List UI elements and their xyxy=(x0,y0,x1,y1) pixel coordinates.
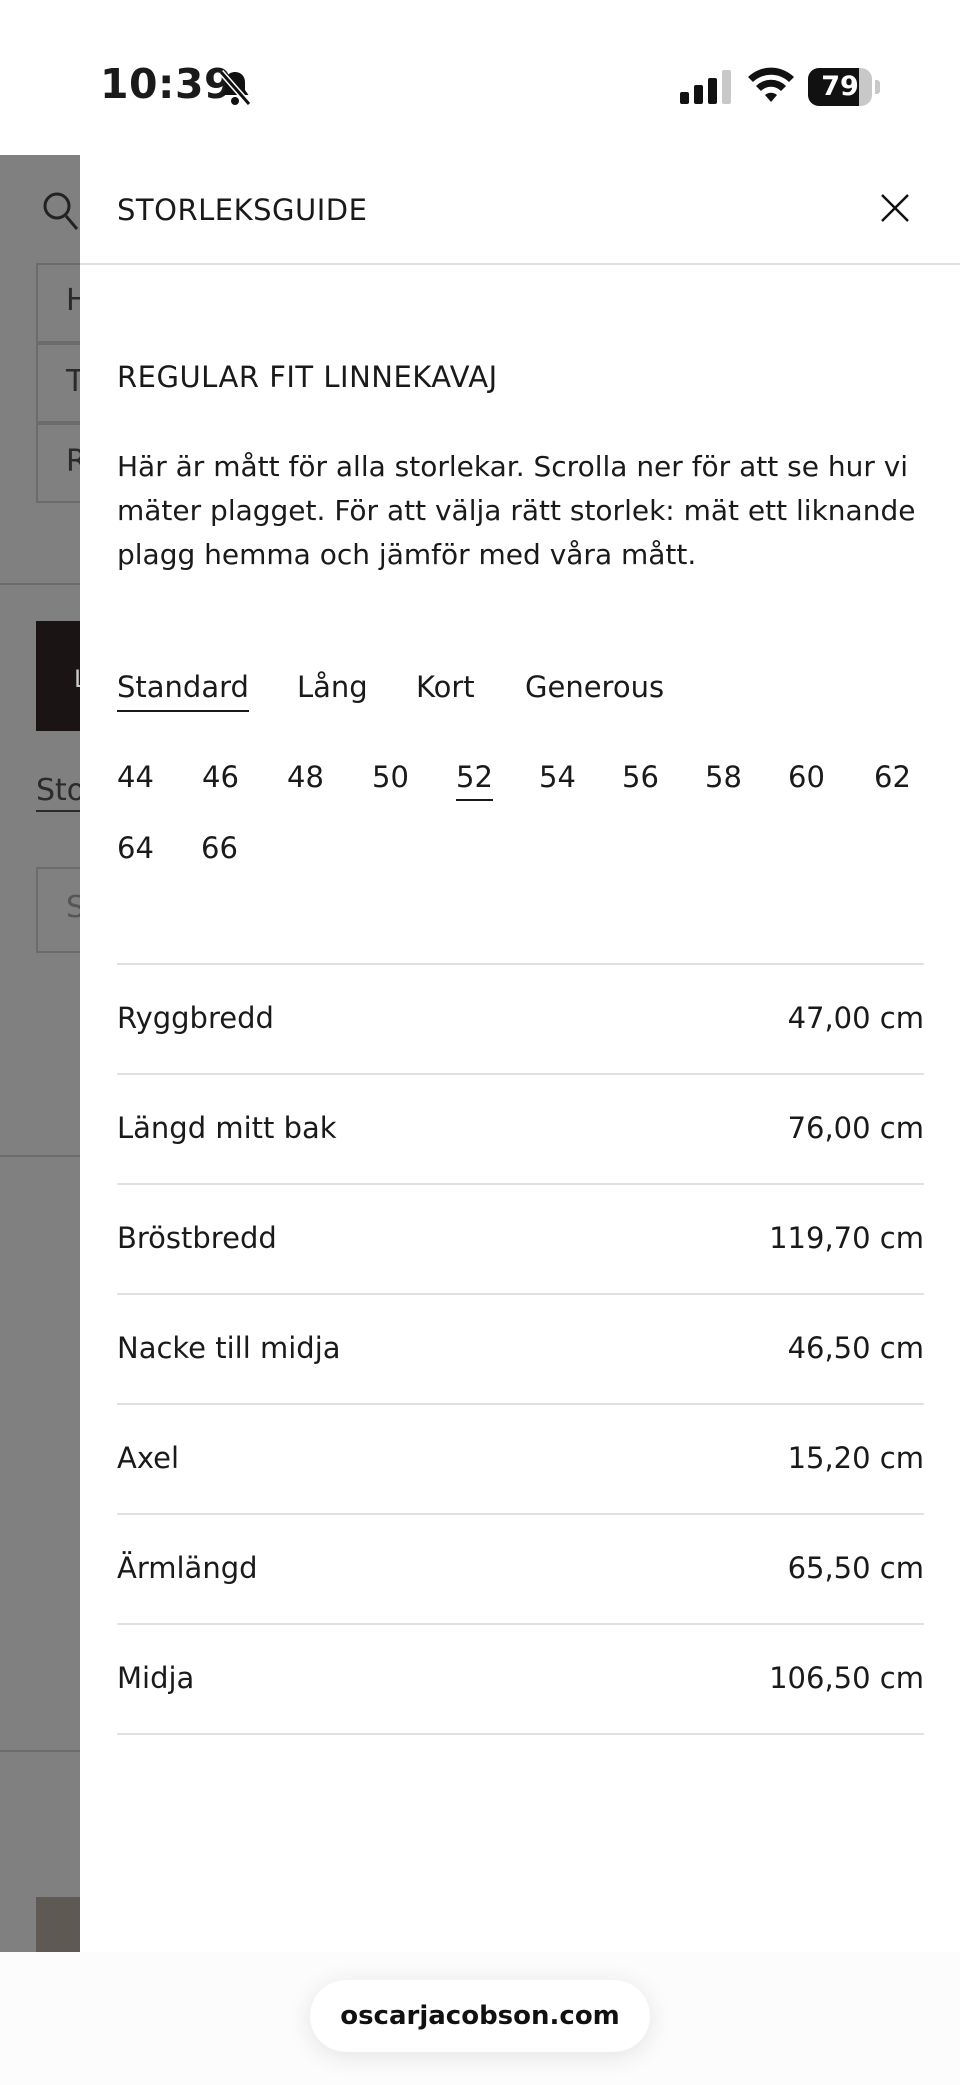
size-option-64[interactable]: 64 xyxy=(117,831,154,870)
close-icon[interactable] xyxy=(874,187,914,227)
size-option-66[interactable]: 66 xyxy=(201,831,238,870)
battery-percent: 79 xyxy=(821,71,859,102)
status-bar: 10:39 79 xyxy=(0,0,960,155)
background-divider xyxy=(0,583,80,585)
measurement-table: Ryggbredd 47,00 cm Längd mitt bak 76,00 … xyxy=(117,963,924,1735)
intro-text: Här är mått för alla storlekar. Scrolla … xyxy=(117,450,916,571)
size-option-62[interactable]: 62 xyxy=(874,760,911,799)
search-icon xyxy=(43,192,78,230)
drawer-header: STORLEKSGUIDE xyxy=(80,155,960,265)
size-option-60[interactable]: 60 xyxy=(788,760,825,799)
table-row: Bröstbredd 119,70 cm xyxy=(117,1185,924,1295)
size-option-58[interactable]: 58 xyxy=(705,760,742,799)
drawer-title: STORLEKSGUIDE xyxy=(117,193,368,227)
size-option-50[interactable]: 50 xyxy=(372,760,409,799)
size-option-48[interactable]: 48 xyxy=(287,760,324,799)
table-row: Nacke till midja 46,50 cm xyxy=(117,1295,924,1405)
measurement-label: Längd mitt bak xyxy=(117,1111,337,1145)
measurement-value: 106,50 cm xyxy=(769,1661,924,1695)
background-letter: H xyxy=(66,283,80,318)
measurement-value: 65,50 cm xyxy=(787,1551,924,1585)
table-row: Ärmlängd 65,50 cm xyxy=(117,1515,924,1625)
background-product-image xyxy=(36,1897,80,1952)
tab-generous[interactable]: Generous xyxy=(525,670,664,710)
measurement-value: 119,70 cm xyxy=(769,1221,924,1255)
size-option-52[interactable]: 52 xyxy=(456,760,493,801)
size-guide-drawer: STORLEKSGUIDE REGULAR FIT LINNEKAVAJ Här… xyxy=(80,155,960,1952)
size-option-44[interactable]: 44 xyxy=(117,760,154,799)
background-divider xyxy=(0,1750,80,1752)
tab-lang[interactable]: Lång xyxy=(297,670,368,710)
bell-slash-icon xyxy=(218,70,252,106)
background-letter: R xyxy=(66,444,80,479)
background-page-overlay[interactable]: H T R L Sto S xyxy=(0,155,80,1952)
tab-standard[interactable]: Standard xyxy=(117,670,249,712)
url-bar[interactable]: oscarjacobson.com xyxy=(310,1980,650,2052)
measurement-value: 47,00 cm xyxy=(787,1001,924,1035)
measurement-label: Ärmlängd xyxy=(117,1551,258,1585)
tab-kort[interactable]: Kort xyxy=(416,670,475,710)
measurement-label: Axel xyxy=(117,1441,180,1475)
background-divider xyxy=(0,1155,80,1157)
wifi-icon xyxy=(748,67,794,102)
table-row: Axel 15,20 cm xyxy=(117,1405,924,1515)
cellular-signal-icon xyxy=(680,70,731,104)
measurement-value: 15,20 cm xyxy=(787,1441,924,1475)
table-row: Ryggbredd 47,00 cm xyxy=(117,965,924,1075)
size-option-56[interactable]: 56 xyxy=(622,760,659,799)
measurement-label: Nacke till midja xyxy=(117,1331,341,1365)
measurement-value: 76,00 cm xyxy=(787,1111,924,1145)
background-input-placeholder: S xyxy=(66,890,80,925)
measurement-label: Midja xyxy=(117,1661,195,1695)
background-letter: T xyxy=(66,364,80,399)
measurement-label: Bröstbredd xyxy=(117,1221,277,1255)
size-option-46[interactable]: 46 xyxy=(202,760,239,799)
background-link: Sto xyxy=(36,773,80,812)
status-time: 10:39 xyxy=(100,60,234,108)
table-row: Längd mitt bak 76,00 cm xyxy=(117,1075,924,1185)
size-option-54[interactable]: 54 xyxy=(539,760,576,799)
battery-icon: 79 xyxy=(808,68,880,106)
table-row: Midja 106,50 cm xyxy=(117,1625,924,1735)
measurement-value: 46,50 cm xyxy=(787,1331,924,1365)
measurement-label: Ryggbredd xyxy=(117,1001,274,1035)
product-title: REGULAR FIT LINNEKAVAJ xyxy=(117,360,498,394)
